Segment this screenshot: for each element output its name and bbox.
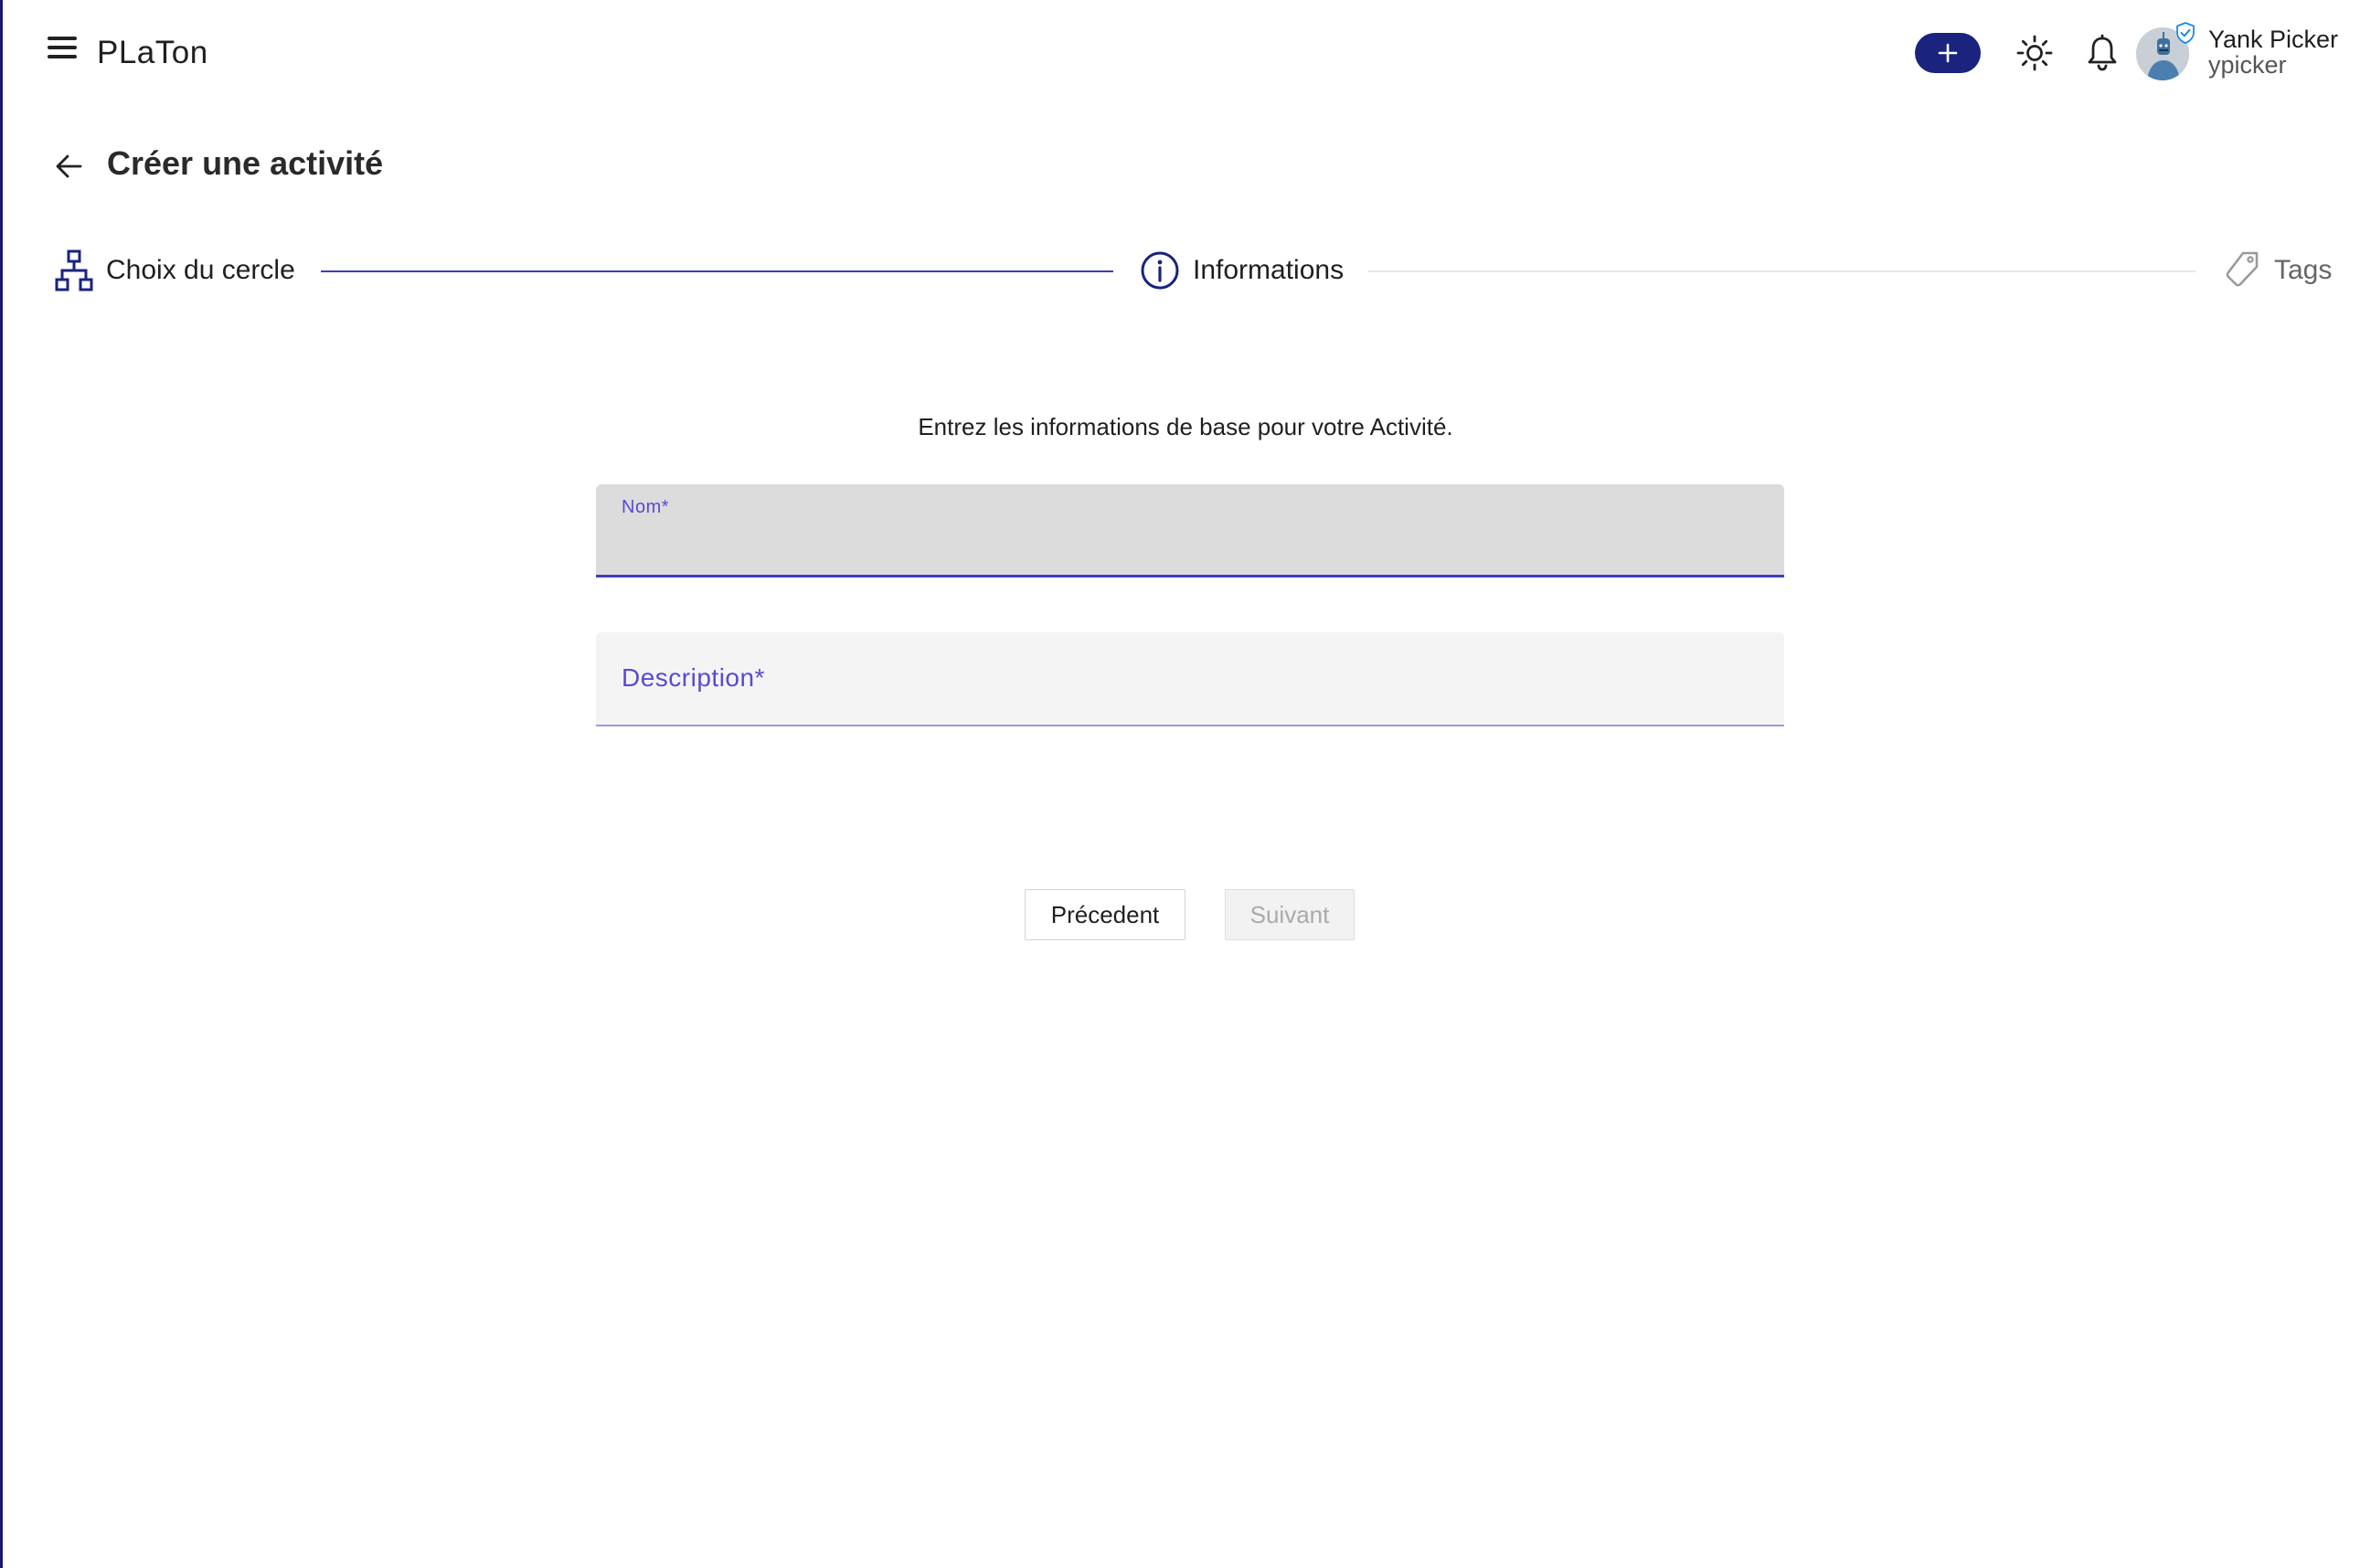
verified-badge-icon (2176, 22, 2195, 44)
description-field[interactable]: Description* (596, 632, 1784, 726)
plus-icon (1938, 43, 1958, 63)
previous-button[interactable]: Précedent (1025, 889, 1186, 940)
step-label: Tags (2274, 255, 2333, 285)
bell-icon (2088, 34, 2117, 71)
step-label: Informations (1193, 255, 1345, 285)
tag-icon (2226, 251, 2259, 287)
sun-icon (2016, 35, 2053, 71)
next-button[interactable]: Suivant (1225, 889, 1355, 940)
description-field-label: Description* (622, 663, 765, 692)
step-connector-completed (321, 270, 1113, 272)
step-choix-du-cercle[interactable]: Choix du cercle (55, 247, 295, 294)
user-avatar-button[interactable] (2136, 22, 2195, 80)
window-left-edge (0, 0, 3, 1568)
user-handle: ypicker (2208, 51, 2287, 79)
theme-toggle-button[interactable] (2009, 27, 2060, 79)
step-informations[interactable]: Informations (1140, 247, 1344, 294)
top-header: PLaTon Yank Picker ypicker (0, 0, 2371, 105)
back-button[interactable] (49, 146, 90, 186)
arrow-left-icon (56, 154, 82, 178)
step-connector-pending (1368, 270, 2196, 272)
step-label: Choix du cercle (106, 255, 295, 285)
notifications-button[interactable] (2077, 27, 2128, 79)
name-field[interactable]: Nom* (596, 484, 1784, 577)
user-name: Yank Picker (2208, 26, 2339, 53)
app-title: PLaTon (97, 35, 208, 70)
form-intro-text: Entrez les informations de base pour vot… (918, 413, 1453, 440)
name-field-label: Nom* (622, 497, 670, 517)
info-circle-icon (1141, 251, 1179, 290)
menu-icon[interactable] (44, 33, 82, 64)
step-tags[interactable]: Tags (2225, 247, 2332, 294)
hierarchy-icon (55, 249, 93, 291)
add-button[interactable] (1915, 33, 1981, 73)
page-title: Créer une activité (107, 144, 384, 182)
